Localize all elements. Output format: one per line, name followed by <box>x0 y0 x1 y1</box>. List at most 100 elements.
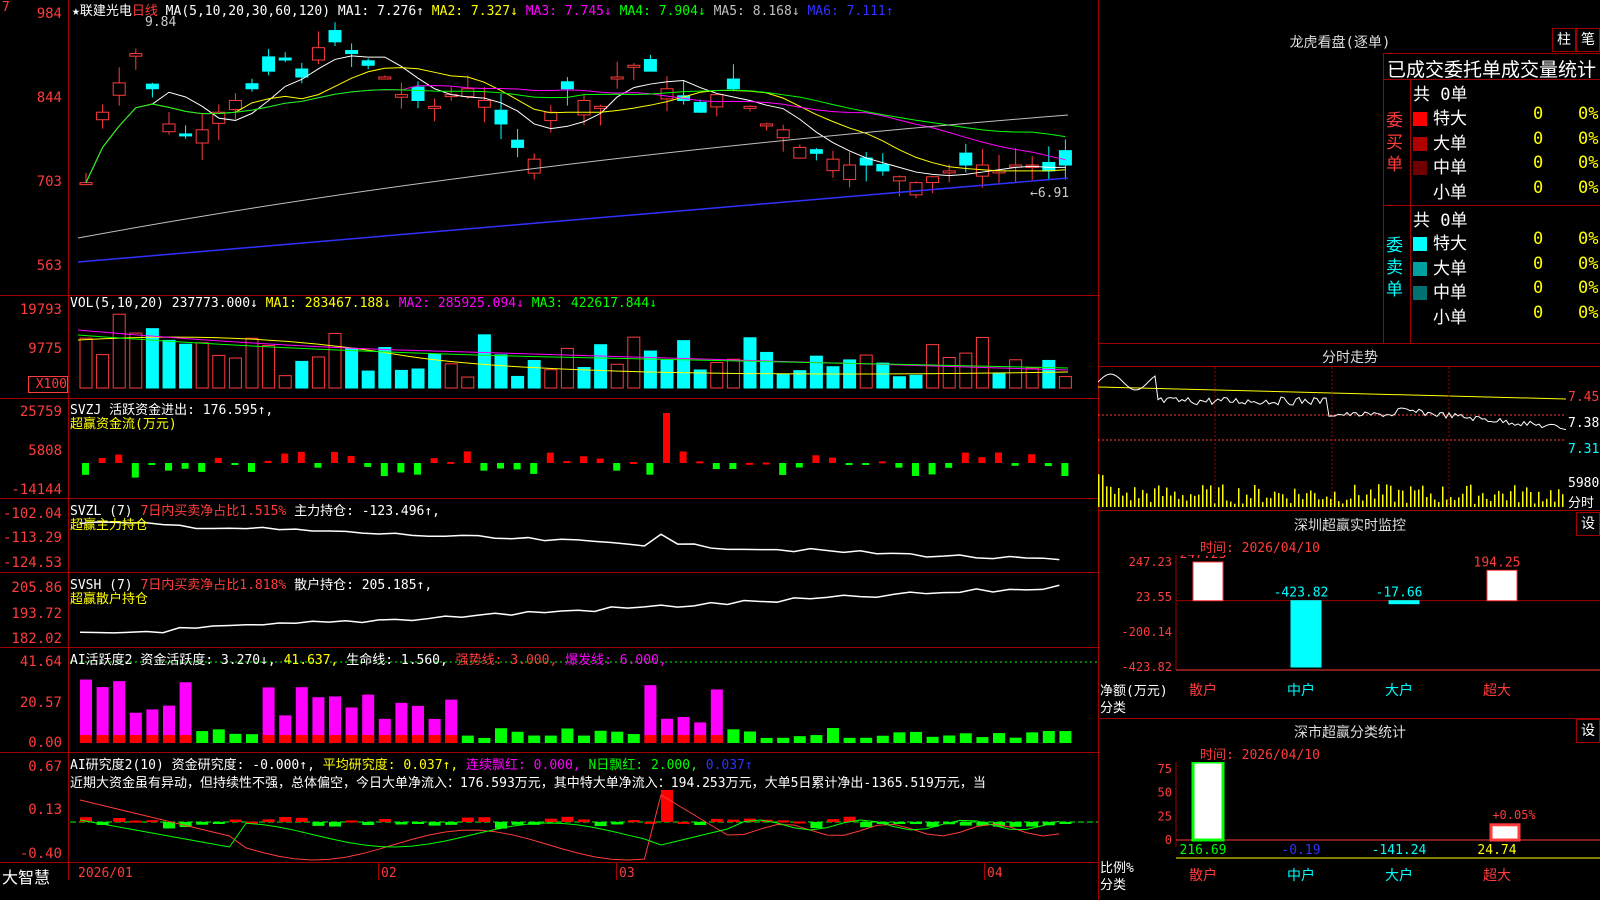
svsh-subtitle: 超赢散户持仓 <box>70 592 149 607</box>
tick-volume-bar <box>1490 501 1492 507</box>
volume-bar <box>212 354 226 389</box>
fund-flow-bar <box>430 458 438 463</box>
vol-unit-label[interactable]: X100 <box>28 376 68 393</box>
candle-body <box>129 53 143 57</box>
activity-bar <box>644 685 657 743</box>
candle-body <box>726 78 740 90</box>
tick-volume-bar <box>1494 494 1496 507</box>
volume-bar <box>577 367 591 389</box>
activity-base-bar <box>378 735 391 743</box>
cls-category-label: 超大 <box>1483 868 1511 884</box>
volume-bar <box>793 370 807 389</box>
panel-divider <box>0 862 1100 863</box>
candle-body <box>394 94 408 98</box>
tick-volume-bar <box>1386 484 1388 507</box>
order-size-label: 小单 <box>1433 307 1467 328</box>
candle-body <box>179 133 193 137</box>
tick-axis-label: 分时 <box>1568 496 1595 511</box>
sz-monitor-title: 深圳超赢实时监控 <box>1294 518 1406 534</box>
fund-flow-bar <box>712 463 720 470</box>
cls-value-bar <box>1191 762 1225 842</box>
tick-volume-bar <box>1422 485 1424 507</box>
fund-flow-bar <box>679 451 687 463</box>
volume-bar <box>179 343 193 389</box>
fund-flow-bar <box>613 463 621 471</box>
fund-flow-bar <box>546 452 554 463</box>
fund-flow-bar <box>463 451 471 463</box>
svzl-pct: 7日内买卖净占比1.515% <box>140 504 287 519</box>
sz-value-label: -423.82 <box>1274 586 1329 601</box>
tick-volume-bar <box>1218 487 1220 507</box>
color-swatch <box>1413 161 1427 175</box>
tick-volume-bar <box>1110 486 1112 507</box>
candle-body <box>975 164 989 177</box>
fund-flow-bar <box>729 463 737 470</box>
tick-volume-bar <box>1558 489 1560 507</box>
bar-mode-button[interactable]: 柱 <box>1552 28 1576 52</box>
tick-volume-bar <box>1474 503 1476 507</box>
activity-base-bar <box>428 735 441 743</box>
order-stat-row: 特大 0 0% <box>1413 104 1598 129</box>
svsh-axis-label: 193.72 <box>11 606 62 622</box>
candle-body <box>809 149 823 154</box>
activity-base-bar <box>710 735 723 743</box>
tick-chart[interactable] <box>1098 367 1566 509</box>
fund-flow-bar <box>1044 463 1052 467</box>
order-stat-row: 小单 0 0% <box>1413 303 1598 328</box>
fund-flow-bar <box>746 462 753 465</box>
ai2-axis-label: -0.40 <box>19 846 62 862</box>
research-line <box>79 794 1060 861</box>
volume-bar <box>610 363 624 389</box>
sell-side-label: 委卖单 <box>1386 236 1403 300</box>
research-bar <box>594 822 607 827</box>
fund-flow-bar <box>530 463 538 474</box>
color-swatch <box>1413 237 1427 251</box>
research-bar <box>793 821 806 824</box>
volume-bar <box>743 337 757 389</box>
volume-bar <box>295 360 309 389</box>
activity-bar <box>262 687 275 743</box>
date-tick <box>616 862 617 880</box>
tick-volume-bar <box>1318 499 1320 507</box>
tick-volume-bar <box>1246 494 1248 507</box>
volume-bar <box>560 347 574 389</box>
price-axis-label: 984 <box>36 6 62 22</box>
fund-flow-bar <box>845 463 853 465</box>
color-swatch <box>1413 136 1427 151</box>
fund-flow-bar <box>414 463 421 475</box>
ai1-axis-label: 20.57 <box>19 695 62 711</box>
order-count: 0 <box>1533 253 1544 274</box>
tick-volume-bar <box>1194 495 1196 507</box>
research-bar <box>611 822 624 825</box>
ma2-value: MA2: 7.327↓ <box>431 4 518 19</box>
candle-body <box>195 129 209 144</box>
ai2-axis-label: 0.13 <box>28 802 62 818</box>
candle-body <box>544 111 558 122</box>
activity-base-bar <box>412 735 424 743</box>
fund-flow-bar <box>397 463 405 473</box>
order-count: 0 <box>1533 177 1544 198</box>
ai1-v2: 41.637, <box>283 653 339 668</box>
tick-axis-label: 5980 <box>1568 476 1600 491</box>
tick-volume-bar <box>1450 496 1452 507</box>
cls-axis-label: 25 <box>1158 809 1172 823</box>
sz-axis-label: 247.23 <box>1129 555 1172 569</box>
sz-value-label: -17.66 <box>1376 586 1423 601</box>
stock-name: ★联建光电 <box>72 4 132 19</box>
tick-volume-bar <box>1278 493 1280 507</box>
order-size-label: 大单 <box>1433 133 1467 154</box>
cls-settings-button[interactable]: 设 <box>1576 719 1600 743</box>
ai1-burst: 爆发线: 6.000, <box>565 653 667 668</box>
order-size-label: 大单 <box>1433 258 1467 279</box>
candle-body <box>428 105 442 109</box>
tick-volume-bar <box>1502 493 1504 507</box>
pen-mode-button[interactable]: 笔 <box>1576 28 1600 52</box>
tick-volume-bar <box>1166 487 1168 507</box>
candle-body <box>643 59 657 72</box>
tick-axis-label: 7.45 <box>1568 390 1600 405</box>
research-bar <box>910 822 922 825</box>
buy-total: 共 0单 <box>1413 85 1468 105</box>
sz-settings-button[interactable]: 设 <box>1576 512 1600 536</box>
ai2-research: 资金研究度: -0.000↑, <box>171 758 315 773</box>
tick-volume-bar <box>1294 488 1296 507</box>
